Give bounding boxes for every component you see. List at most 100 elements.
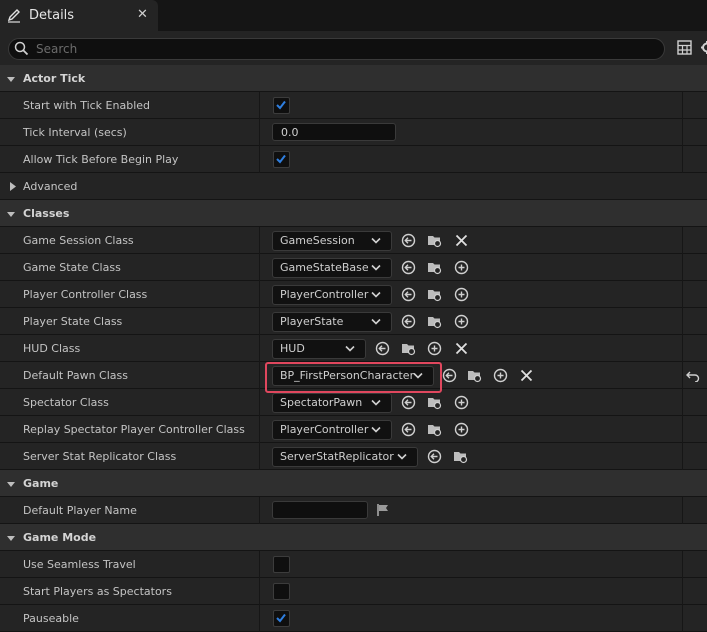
chevron-down-icon [371,264,381,271]
close-tab-icon[interactable]: ✕ [137,7,148,22]
pauseable-checkbox[interactable] [273,610,290,627]
clear-x-icon[interactable] [454,233,469,248]
chevron-down-icon [371,426,381,433]
browse-folder-icon[interactable] [427,233,442,248]
category-game[interactable]: Game [0,470,707,497]
use-selected-icon[interactable] [401,395,416,410]
column-divider [682,254,683,281]
prop-label: Player Controller Class [23,288,148,301]
browse-folder-icon[interactable] [427,422,442,437]
prop-game-state-class: Game State Class GameStateBase [0,254,707,281]
use-selected-icon[interactable] [442,368,457,383]
prop-replay-spectator-pc-class: Replay Spectator Player Controller Class… [0,416,707,443]
column-divider [259,281,260,308]
use-selected-icon[interactable] [401,422,416,437]
settings-gear-icon[interactable] [700,40,707,55]
hud-class-combo[interactable]: HUD [272,339,366,359]
browse-folder-icon[interactable] [427,287,442,302]
default-player-name-input[interactable] [272,501,368,519]
prop-label: Start Players as Spectators [23,585,172,598]
highlight-box [265,362,442,393]
combo-value: GameStateBase [280,261,369,274]
column-divider [259,92,260,119]
combo-value: SpectatorPawn [280,396,363,409]
server-stat-replicator-class-combo[interactable]: ServerStatReplicator [272,447,418,467]
browse-folder-icon[interactable] [427,395,442,410]
tab-details[interactable]: Details ✕ [0,0,158,31]
category-label: Game Mode [23,531,97,544]
reset-to-default-icon[interactable] [686,370,700,382]
column-divider [259,551,260,578]
column-divider [259,497,260,524]
add-plus-icon[interactable] [427,341,442,356]
player-state-class-combo[interactable]: PlayerState [272,312,392,332]
combo-value: ServerStatReplicator [280,450,394,463]
tab-bar: Details ✕ [0,0,707,31]
add-plus-icon[interactable] [454,260,469,275]
spectator-class-combo[interactable]: SpectatorPawn [272,393,392,413]
table-view-icon[interactable] [677,40,692,55]
chevron-down-icon [371,291,381,298]
prop-start-with-tick-enabled: Start with Tick Enabled [0,92,707,119]
prop-default-player-name: Default Player Name [0,497,707,524]
search-box[interactable] [8,38,665,60]
start-with-tick-checkbox[interactable] [273,97,290,114]
prop-use-seamless-travel: Use Seamless Travel [0,551,707,578]
column-divider [682,578,683,605]
column-divider [259,308,260,335]
player-controller-class-combo[interactable]: PlayerController [272,285,392,305]
advanced-label: Advanced [23,180,78,193]
prop-game-session-class: Game Session Class GameSession [0,227,707,254]
chevron-down-icon [371,399,381,406]
prop-label: Server Stat Replicator Class [23,450,177,463]
use-selected-icon[interactable] [401,287,416,302]
browse-folder-icon[interactable] [401,341,416,356]
add-plus-icon[interactable] [454,287,469,302]
start-players-as-spectators-checkbox[interactable] [273,583,290,600]
browse-folder-icon[interactable] [467,368,482,383]
localization-flag-icon[interactable] [376,503,390,517]
column-divider [259,254,260,281]
combo-value: PlayerController [280,288,369,301]
prop-start-players-as-spectators: Start Players as Spectators [0,578,707,605]
column-divider [259,146,260,173]
category-classes[interactable]: Classes [0,200,707,227]
column-divider [682,227,683,254]
prop-label: Allow Tick Before Begin Play [23,153,179,166]
allow-tick-before-begin-play-checkbox[interactable] [273,151,290,168]
replay-spectator-pc-class-combo[interactable]: PlayerController [272,420,392,440]
tick-interval-field[interactable]: 0.0 [272,123,396,141]
prop-spectator-class: Spectator Class SpectatorPawn [0,389,707,416]
browse-folder-icon[interactable] [427,260,442,275]
advanced-expander[interactable]: Advanced [0,173,707,200]
add-plus-icon[interactable] [454,314,469,329]
search-input[interactable] [36,40,636,57]
chevron-down-icon [7,536,15,541]
category-actor-tick[interactable]: Actor Tick [0,65,707,92]
column-divider [259,335,260,362]
column-divider [682,119,683,146]
column-divider [259,227,260,254]
game-state-class-combo[interactable]: GameStateBase [272,258,392,278]
add-plus-icon[interactable] [454,395,469,410]
clear-x-icon[interactable] [454,341,469,356]
add-plus-icon[interactable] [493,368,508,383]
prop-player-controller-class: Player Controller Class PlayerController [0,281,707,308]
column-divider [259,119,260,146]
prop-pauseable: Pauseable [0,605,707,632]
use-selected-icon[interactable] [401,233,416,248]
browse-folder-icon[interactable] [453,449,468,464]
column-divider [682,389,683,416]
add-plus-icon[interactable] [454,422,469,437]
use-selected-icon[interactable] [401,260,416,275]
chevron-down-icon [371,237,381,244]
use-selected-icon[interactable] [401,314,416,329]
category-game-mode[interactable]: Game Mode [0,524,707,551]
clear-x-icon[interactable] [519,368,534,383]
prop-label: Player State Class [23,315,123,328]
use-seamless-travel-checkbox[interactable] [273,556,290,573]
use-selected-icon[interactable] [427,449,442,464]
game-session-class-combo[interactable]: GameSession [272,231,392,251]
browse-folder-icon[interactable] [427,314,442,329]
use-selected-icon[interactable] [375,341,390,356]
